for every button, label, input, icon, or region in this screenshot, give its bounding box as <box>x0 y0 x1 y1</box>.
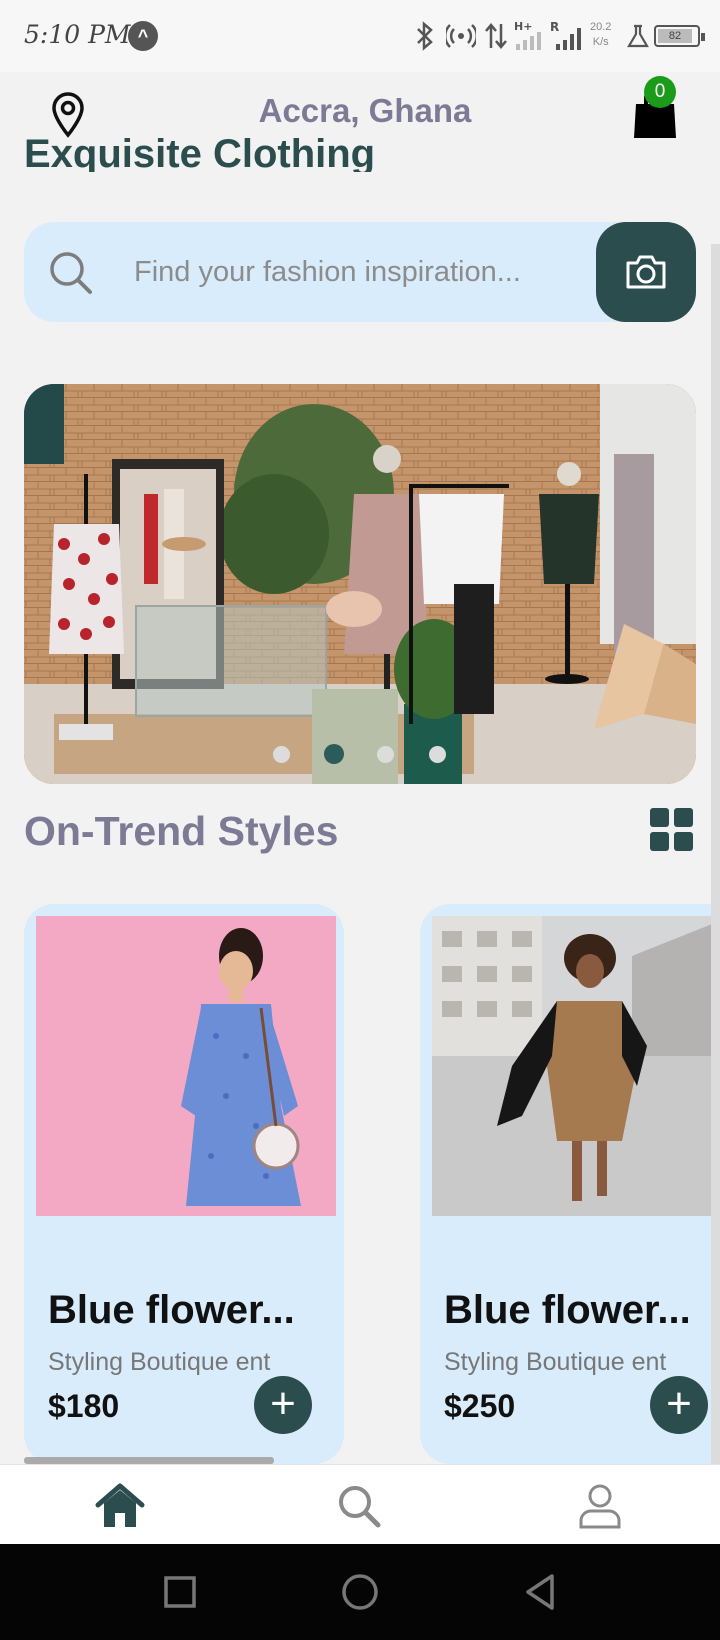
profile-icon[interactable] <box>575 1483 625 1529</box>
bottom-navigation <box>0 1464 720 1544</box>
search-bar <box>24 222 696 322</box>
home-icon[interactable] <box>95 1483 145 1529</box>
page-scrollbar[interactable] <box>711 244 720 1464</box>
camera-icon <box>626 255 666 289</box>
data-transfer-icon <box>485 23 507 49</box>
product-name: Blue flower... <box>444 1288 691 1332</box>
network-speed-value: 20.2 <box>590 21 612 33</box>
banner-dot[interactable] <box>323 744 344 764</box>
hotspot-icon <box>446 24 476 48</box>
system-navigation-bar <box>0 1544 720 1640</box>
product-price: $180 <box>48 1388 120 1424</box>
product-image <box>432 916 720 1216</box>
section-title: On-Trend Styles <box>24 808 339 854</box>
banner-dot[interactable] <box>273 746 290 763</box>
svg-text:H+: H+ <box>514 20 532 33</box>
product-shop: Styling Boutique ent <box>48 1348 271 1376</box>
product-image <box>36 916 336 1216</box>
horizontal-scroll-indicator[interactable] <box>24 1457 274 1464</box>
add-to-cart-button[interactable]: + <box>254 1376 312 1434</box>
home-button-icon[interactable] <box>340 1568 380 1616</box>
product-card[interactable]: Blue flower... Styling Boutique ent $250… <box>420 904 720 1464</box>
location-pin-icon[interactable] <box>50 92 86 138</box>
network-speed: 20.2 K/s <box>590 20 611 50</box>
boutique-interior-image <box>24 384 696 784</box>
product-shop: Styling Boutique ent <box>444 1348 667 1376</box>
signal-h-plus-icon: H+ <box>514 20 541 50</box>
bluetooth-icon <box>417 21 433 51</box>
banner-dot[interactable] <box>429 746 446 763</box>
recent-apps-icon[interactable] <box>160 1568 200 1616</box>
network-speed-unit: K/s <box>592 36 609 48</box>
search-icon[interactable] <box>335 1483 385 1529</box>
battery-icon: 82 <box>654 25 705 47</box>
status-bar: 5:10 PM ^ H+ R 20.2 K/s 82 <box>0 0 720 72</box>
product-name: Blue flower... <box>48 1288 295 1332</box>
grid-view-icon[interactable] <box>650 808 694 852</box>
camera-search-button[interactable] <box>596 222 696 322</box>
search-input[interactable] <box>134 248 594 296</box>
notification-app-icon: ^ <box>128 21 158 51</box>
svg-text:R: R <box>550 20 559 34</box>
battery-level: 82 <box>658 29 692 43</box>
signal-roaming-icon: R <box>550 20 581 50</box>
status-time: 5:10 PM <box>24 20 131 49</box>
back-icon[interactable] <box>520 1568 560 1616</box>
product-card[interactable]: Blue flower... Styling Boutique ent $180… <box>24 904 344 1464</box>
add-to-cart-button[interactable]: + <box>650 1376 708 1434</box>
promo-banner[interactable] <box>24 384 696 784</box>
lab-flask-icon <box>627 24 649 48</box>
product-price: $250 <box>444 1388 516 1424</box>
location-label[interactable]: Accra, Ghana <box>220 92 510 130</box>
banner-dot[interactable] <box>377 746 394 763</box>
search-icon <box>50 252 92 294</box>
cart-count-badge: 0 <box>644 76 676 108</box>
